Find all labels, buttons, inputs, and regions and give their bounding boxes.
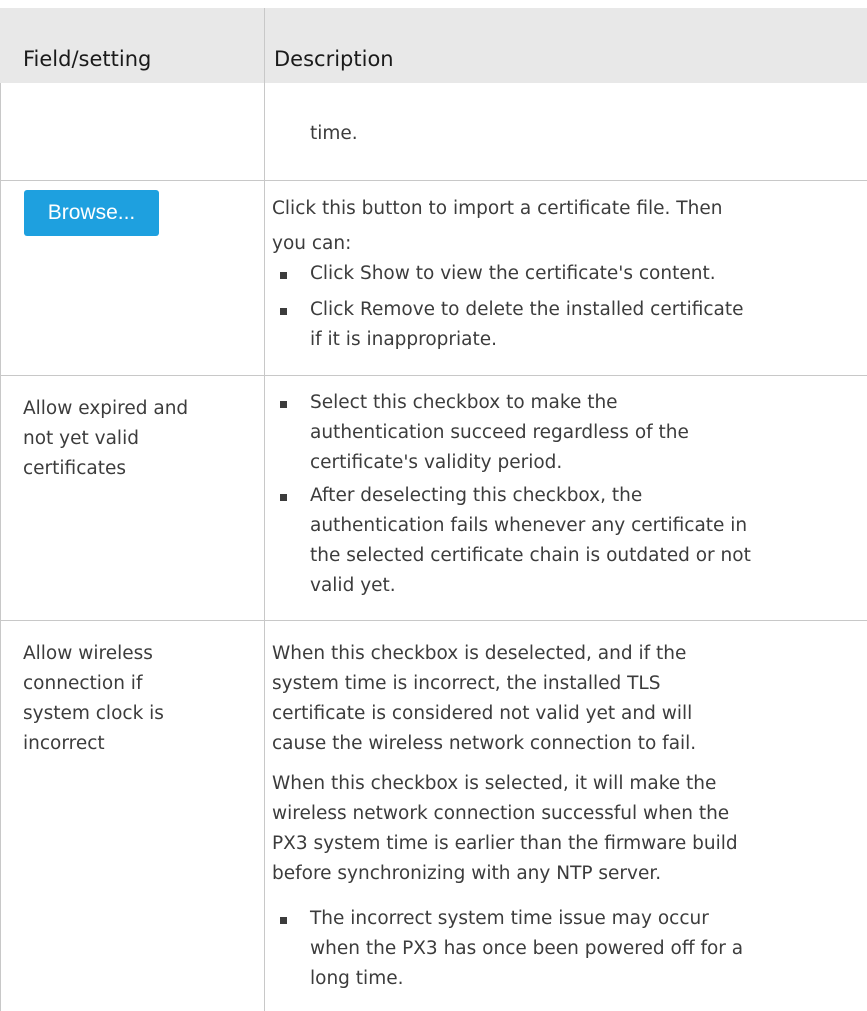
row1-bullet-text: Click Remove to delete the installed cer… <box>310 299 744 320</box>
row3-paragraph-line: wireless network connection successful w… <box>272 803 730 824</box>
settings-table: Field/setting Description time. Browse..… <box>0 0 867 1011</box>
header-description: Description <box>274 47 394 71</box>
row-divider <box>0 620 867 621</box>
row3-field-line: incorrect <box>23 733 105 754</box>
row1-desc-line: you can: <box>272 233 352 254</box>
row2-bullet-text: Select this checkbox to make the <box>310 392 618 413</box>
bullet-icon <box>280 308 287 315</box>
row3-paragraph-line: When this checkbox is deselected, and if… <box>272 643 687 664</box>
table-border-left <box>0 83 1 1011</box>
column-divider <box>264 8 265 1011</box>
bullet-icon <box>280 494 287 501</box>
row1-bullet-text: if it is inappropriate. <box>310 329 498 350</box>
bullet-icon <box>280 917 287 924</box>
row3-field-line: connection if <box>23 673 143 694</box>
row2-field-line: certificates <box>23 458 126 479</box>
row-divider <box>0 375 867 376</box>
row3-paragraph-line: When this checkbox is selected, it will … <box>272 773 717 794</box>
row3-paragraph-line: PX3 system time is earlier than the firm… <box>272 833 738 854</box>
row2-bullet-text: valid yet. <box>310 575 396 596</box>
row2-bullet-text: authentication fails whenever any certif… <box>310 515 748 536</box>
row2-field-line: Allow expired and <box>23 398 189 419</box>
row3-field-line: Allow wireless <box>23 643 153 664</box>
row3-bullet-text: The incorrect system time issue may occu… <box>310 908 709 929</box>
row3-paragraph-line: cause the wireless network connection to… <box>272 733 697 754</box>
row0-description: time. <box>310 123 358 144</box>
row2-bullet-text: certificate's validity period. <box>310 452 563 473</box>
row2-bullet-text: authentication succeed regardless of the <box>310 422 689 443</box>
row3-bullet-text: long time. <box>310 968 404 989</box>
row2-bullet-text: After deselecting this checkbox, the <box>310 485 643 506</box>
table-header <box>0 8 867 83</box>
row2-bullet-text: the selected certificate chain is outdat… <box>310 545 751 566</box>
row1-bullet-text: Click Show to view the certificate's con… <box>310 263 716 284</box>
browse-button[interactable]: Browse... <box>24 190 159 236</box>
header-field-setting: Field/setting <box>23 47 152 71</box>
row2-field-line: not yet valid <box>23 428 139 449</box>
row1-desc-line: Click this button to import a certificat… <box>272 198 723 219</box>
row3-paragraph-line: before synchronizing with any NTP server… <box>272 863 662 884</box>
row3-bullet-text: when the PX3 has once been powered off f… <box>310 938 744 959</box>
row3-paragraph-line: certificate is considered not valid yet … <box>272 703 693 724</box>
bullet-icon <box>280 272 287 279</box>
bullet-icon <box>280 401 287 408</box>
row-divider <box>0 180 867 181</box>
row3-field-line: system clock is <box>23 703 164 724</box>
row3-paragraph-line: system time is incorrect, the installed … <box>272 673 661 694</box>
